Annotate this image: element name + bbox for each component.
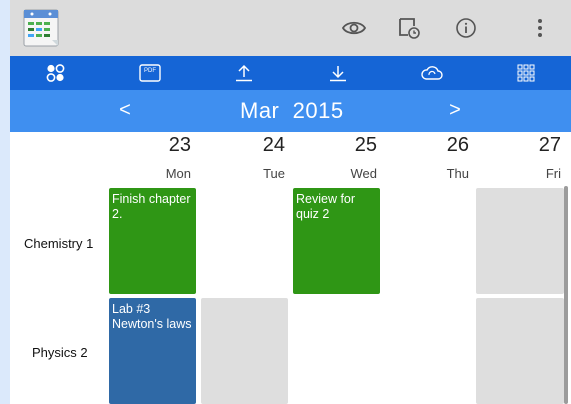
- day-number: 24: [262, 134, 285, 156]
- pdf-label: PDF: [144, 68, 156, 74]
- day-header-fri[interactable]: 27 Fri: [475, 132, 565, 184]
- pdf-export-icon[interactable]: PDF: [135, 61, 165, 85]
- timetable-app-icon[interactable]: [22, 8, 62, 48]
- social-share-icon[interactable]: [41, 61, 71, 85]
- day-header-tue[interactable]: 24 Tue: [199, 132, 289, 184]
- event-cell-physics-mon[interactable]: Lab #3 Newton's laws: [109, 298, 196, 404]
- next-month-button[interactable]: >: [443, 99, 467, 122]
- day-name: Fri: [545, 166, 561, 181]
- upload-icon[interactable]: [229, 61, 259, 85]
- event-cell-chemistry-mon[interactable]: Finish chapter 2.: [109, 188, 196, 294]
- day-name: Thu: [446, 166, 469, 181]
- cloud-sync-icon[interactable]: [417, 61, 447, 85]
- event-text: Lab #3 Newton's laws: [112, 302, 192, 331]
- grid-view-icon[interactable]: [511, 61, 541, 85]
- timetable-screen: PDF < Mar 2015 > 23 Mon 24 Tue 25 Wed 26…: [10, 0, 571, 404]
- day-header-mon[interactable]: 23 Mon: [105, 132, 195, 184]
- month-title: Mar 2015: [240, 98, 344, 123]
- download-icon[interactable]: [323, 61, 353, 85]
- day-name: Mon: [165, 166, 191, 181]
- day-number: 26: [446, 134, 469, 156]
- day-number: 27: [538, 134, 561, 156]
- eye-icon[interactable]: [340, 14, 368, 42]
- toolbar: PDF: [10, 56, 571, 90]
- row-label-physics[interactable]: Physics 2: [32, 345, 88, 360]
- day-number: 23: [168, 134, 191, 156]
- day-number: 25: [354, 134, 377, 156]
- empty-cell-physics-fri[interactable]: [476, 298, 564, 404]
- day-name: Tue: [263, 166, 285, 181]
- event-text: Review for quiz 2: [296, 192, 356, 221]
- row-label-chemistry[interactable]: Chemistry 1: [24, 236, 93, 251]
- overflow-menu-icon[interactable]: [526, 14, 554, 42]
- empty-cell-physics-tue[interactable]: [201, 298, 288, 404]
- month-navigation: < Mar 2015 >: [10, 90, 571, 132]
- empty-cell-chemistry-fri[interactable]: [476, 188, 564, 294]
- day-header-wed[interactable]: 25 Wed: [291, 132, 381, 184]
- day-name: Wed: [350, 166, 378, 181]
- info-icon[interactable]: [452, 14, 480, 42]
- previous-month-button[interactable]: <: [113, 99, 137, 122]
- event-cell-chemistry-wed[interactable]: Review for quiz 2: [293, 188, 380, 294]
- day-header-thu[interactable]: 26 Thu: [383, 132, 473, 184]
- event-text: Finish chapter 2.: [112, 192, 191, 221]
- scrollbar[interactable]: [564, 186, 568, 404]
- schedule-display-icon[interactable]: [395, 14, 423, 42]
- app-bar: [10, 0, 571, 56]
